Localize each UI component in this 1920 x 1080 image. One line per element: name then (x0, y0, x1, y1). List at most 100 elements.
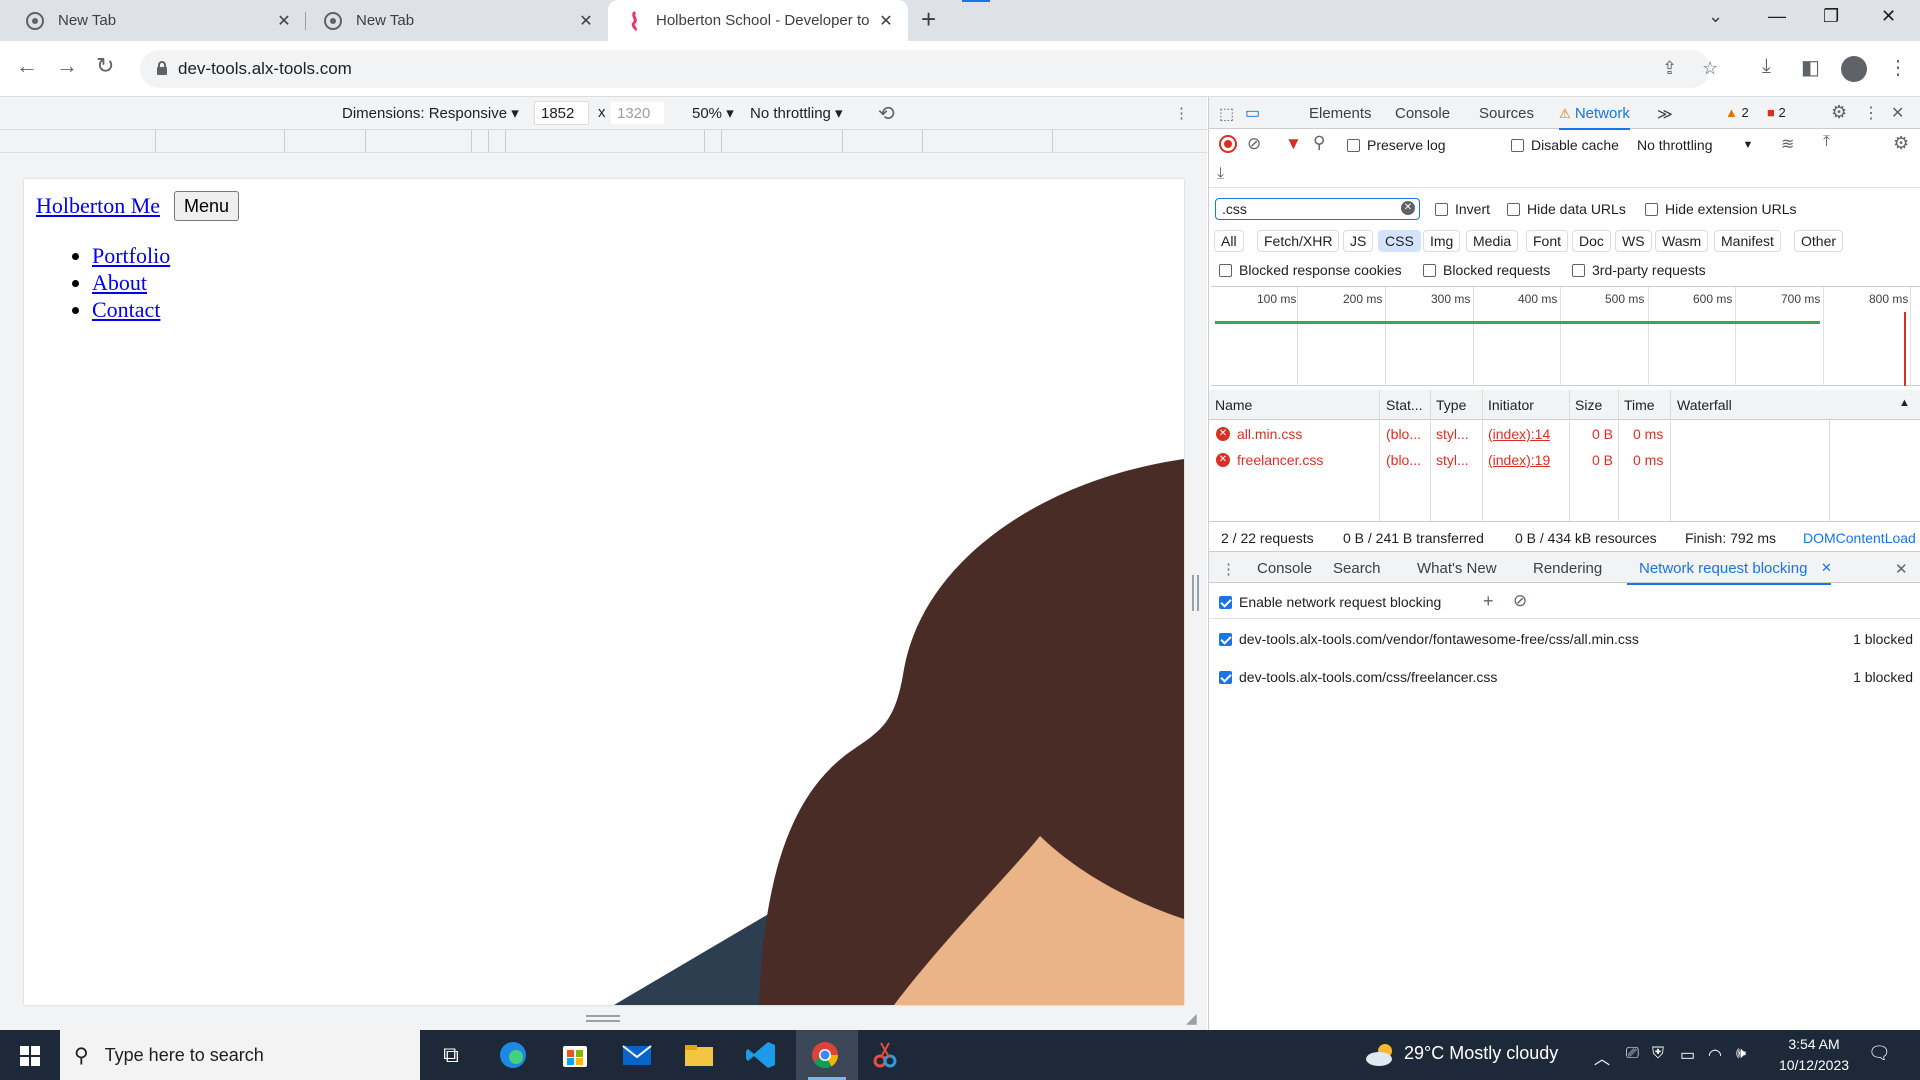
close-window-icon[interactable]: ✕ (1881, 6, 1896, 27)
taskbar-clock[interactable]: 3:54 AM 10/12/2023 (1771, 1034, 1857, 1076)
device-throttling-dropdown[interactable]: No throttling ▾ (750, 104, 843, 122)
battery-icon[interactable]: ▭ (1680, 1045, 1695, 1065)
height-input[interactable]: 1320 (610, 101, 665, 125)
ruler-segment[interactable] (285, 130, 366, 152)
security-icon[interactable]: ⛨ (1652, 1045, 1664, 1063)
hide-extension-urls-checkbox[interactable]: Hide extension URLs (1645, 201, 1797, 217)
device-more-icon[interactable]: ⋮ (1174, 104, 1189, 122)
network-throttling-dropdown[interactable]: No throttling ▼ (1637, 137, 1753, 153)
preserve-log-checkbox[interactable]: Preserve log (1347, 137, 1446, 153)
drawer-tab-rendering[interactable]: Rendering (1533, 560, 1602, 577)
warnings-badge[interactable]: ▲ 2 (1725, 105, 1749, 120)
devtools-more-icon[interactable]: ⋮ (1863, 103, 1879, 123)
ruler-segment[interactable] (923, 130, 1053, 152)
disable-cache-checkbox[interactable]: Disable cache (1511, 137, 1619, 153)
windows-start-icon[interactable] (20, 1046, 40, 1066)
type-filter-font[interactable]: Font (1526, 230, 1569, 252)
tray-overflow-chevron-icon[interactable]: ︿ (1594, 1045, 1610, 1069)
blocked-requests-checkbox[interactable]: Blocked requests (1423, 262, 1550, 278)
browser-menu-icon[interactable]: ⋮ (1888, 55, 1908, 80)
meet-now-icon[interactable]: ⎚ (1626, 1045, 1639, 1063)
devtools-tab-elements[interactable]: Elements (1309, 105, 1372, 122)
devtools-tab-console[interactable]: Console (1395, 105, 1450, 122)
nav-link-portfolio[interactable]: Portfolio (92, 243, 170, 268)
enable-blocking-checkbox[interactable]: Enable network request blocking (1219, 594, 1441, 610)
request-row[interactable]: ✕ all.min.css (blo... styl... (index):14… (1209, 421, 1920, 447)
devtools-tab-sources[interactable]: Sources (1479, 105, 1534, 122)
ruler-segment[interactable] (489, 130, 506, 152)
col-header-initiator[interactable]: Initiator (1488, 397, 1534, 413)
viewport-resize-handle-bottom[interactable] (586, 1015, 620, 1022)
add-pattern-icon[interactable]: + (1483, 591, 1494, 612)
col-header-size[interactable]: Size (1575, 397, 1602, 413)
drawer-tab-network-request-blocking[interactable]: Network request blocking (1626, 560, 1832, 585)
browser-tab-1[interactable]: New Tab ✕ (0, 0, 306, 41)
col-header-type[interactable]: Type (1436, 397, 1466, 413)
new-tab-icon[interactable]: + (921, 4, 936, 35)
request-initiator-link[interactable]: (index):14 (1488, 426, 1550, 442)
side-panel-icon[interactable]: ◧ (1801, 55, 1820, 80)
close-tab-icon[interactable]: ✕ (874, 11, 898, 31)
blocked-response-cookies-checkbox[interactable]: Blocked response cookies (1219, 262, 1402, 278)
clear-filter-icon[interactable]: ✕ (1401, 201, 1415, 215)
ruler-segment[interactable] (366, 130, 472, 152)
type-filter-ws[interactable]: WS (1615, 230, 1652, 252)
browser-tab-3[interactable]: Holberton School - Developer to ✕ (608, 0, 908, 41)
request-row[interactable]: ✕ freelancer.css (blo... styl... (index)… (1209, 447, 1920, 473)
network-conditions-icon[interactable]: ≋ (1781, 134, 1794, 154)
site-menu-button[interactable]: Menu (174, 191, 240, 221)
errors-badge[interactable]: ■ 2 (1767, 105, 1786, 120)
type-filter-media[interactable]: Media (1466, 230, 1519, 252)
taskbar-search-box[interactable]: ⚲ Type here to search (60, 1030, 420, 1080)
close-drawer-icon[interactable]: ✕ (1895, 560, 1908, 578)
type-filter-img[interactable]: Img (1423, 230, 1461, 252)
clear-icon[interactable]: ⊘ (1247, 134, 1261, 154)
filter-icon[interactable]: ▼ (1285, 134, 1302, 154)
viewport-resize-corner-icon[interactable]: ◢ (1186, 1010, 1197, 1027)
blocked-pattern-row[interactable]: dev-tools.alx-tools.com/vendor/fontaweso… (1209, 621, 1920, 655)
tab-search-chevron-icon[interactable]: ⌄ (1708, 6, 1723, 27)
invert-checkbox[interactable]: Invert (1435, 201, 1490, 217)
drawer-tab-search[interactable]: Search (1333, 560, 1381, 577)
forward-icon[interactable]: → (56, 53, 78, 79)
width-input[interactable]: 1852 (534, 101, 589, 125)
type-filter-wasm[interactable]: Wasm (1655, 230, 1709, 252)
device-toggle-icon[interactable]: ▭ (1245, 103, 1260, 123)
network-overview-timeline[interactable]: 100 ms 200 ms 300 ms 400 ms 500 ms 600 m… (1211, 286, 1920, 386)
third-party-requests-checkbox[interactable]: 3rd-party requests (1572, 262, 1706, 278)
blocked-pattern-checkbox[interactable]: dev-tools.alx-tools.com/vendor/fontaweso… (1219, 631, 1639, 647)
export-har-icon[interactable]: ⤓ (1217, 165, 1224, 183)
volume-icon[interactable]: 🕪 (1736, 1045, 1746, 1063)
reload-icon[interactable]: ↻ (96, 53, 114, 79)
record-stop-icon[interactable] (1219, 135, 1237, 153)
file-explorer-icon[interactable] (682, 1039, 716, 1071)
viewport-resize-handle-right[interactable] (1192, 575, 1199, 611)
restore-icon[interactable]: ❐ (1823, 6, 1839, 27)
settings-gear-icon[interactable]: ⚙ (1831, 102, 1847, 123)
ruler-segment[interactable] (156, 130, 285, 152)
type-filter-doc[interactable]: Doc (1572, 230, 1611, 252)
microsoft-store-icon[interactable] (558, 1039, 592, 1071)
address-bar[interactable]: dev-tools.alx-tools.com ⇪ ☆ (140, 50, 1718, 88)
type-filter-all[interactable]: All (1214, 230, 1244, 252)
import-har-icon[interactable]: ⤒ (1823, 133, 1830, 151)
sort-ascending-icon[interactable]: ▲ (1899, 397, 1910, 409)
type-filter-css[interactable]: CSS (1378, 230, 1421, 252)
site-brand-link[interactable]: Holberton Me (36, 193, 160, 219)
request-initiator-link[interactable]: (index):19 (1488, 452, 1550, 468)
weather-cloudy-icon[interactable] (1365, 1042, 1397, 1068)
edge-icon[interactable] (496, 1039, 530, 1071)
network-filter-input[interactable]: .css ✕ (1215, 198, 1420, 220)
col-header-status[interactable]: Stat... (1386, 397, 1423, 413)
ruler-segment[interactable] (843, 130, 923, 152)
drawer-menu-icon[interactable]: ⋮ (1221, 560, 1236, 578)
back-icon[interactable]: ← (16, 53, 38, 79)
type-filter-js[interactable]: JS (1343, 230, 1374, 252)
vscode-icon[interactable] (744, 1039, 778, 1071)
ruler-segment[interactable] (705, 130, 722, 152)
nav-link-contact[interactable]: Contact (92, 297, 160, 322)
notifications-icon[interactable]: 🗨 (1868, 1043, 1891, 1064)
type-filter-other[interactable]: Other (1794, 230, 1844, 252)
chrome-icon[interactable] (808, 1039, 842, 1071)
inspect-element-icon[interactable]: ⬚ (1219, 104, 1234, 124)
